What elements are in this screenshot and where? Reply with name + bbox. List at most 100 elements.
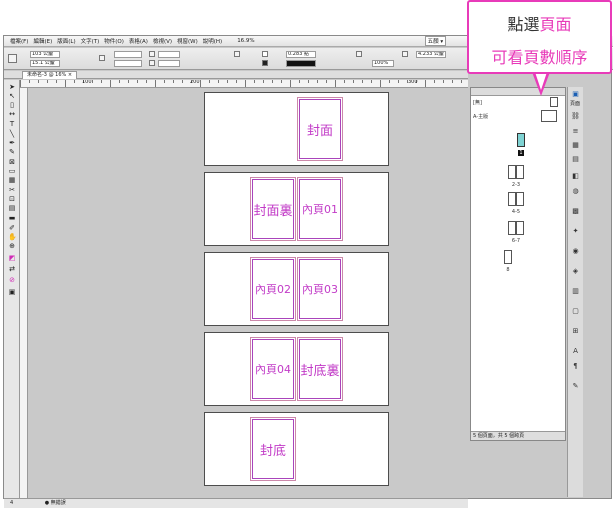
color-panel-icon[interactable]: ▦ — [571, 141, 580, 149]
eyedropper-tool-icon[interactable]: ✐ — [8, 224, 16, 232]
menu-edit[interactable]: 編輯(E) — [33, 37, 52, 45]
master-a-thumb[interactable] — [541, 110, 557, 122]
glyphs-panel-icon[interactable]: ✎ — [571, 382, 580, 390]
spread-3[interactable]: 內頁02 內頁03 — [204, 252, 389, 326]
height-field[interactable] — [114, 60, 142, 67]
reference-point-icon[interactable] — [8, 54, 17, 63]
constrain-icon[interactable] — [99, 55, 105, 61]
character-panel-icon[interactable]: A — [571, 347, 580, 355]
document-page[interactable]: 封底 — [250, 417, 296, 481]
workspace-switcher[interactable]: 五顏 ▾ — [424, 36, 447, 46]
object-styles-panel-icon[interactable]: ✦ — [571, 227, 580, 235]
page-thumbnail[interactable] — [508, 165, 516, 179]
pen-tool-icon[interactable]: ✒ — [8, 139, 16, 147]
flip-icon[interactable] — [234, 51, 240, 57]
layers-panel-icon[interactable]: ◈ — [571, 267, 580, 275]
gap-tool-icon[interactable]: ↔ — [8, 110, 16, 118]
master-a-label[interactable]: A-主版 — [473, 113, 488, 120]
pencil-tool-icon[interactable]: ✎ — [8, 148, 16, 156]
spread-5[interactable]: 封底 — [204, 412, 389, 486]
transform-panel-icon[interactable]: ⊞ — [571, 327, 580, 335]
links-panel-icon[interactable]: ⛓ — [571, 112, 580, 120]
table-tool-icon[interactable]: ▦ — [8, 176, 16, 184]
type-tool-icon[interactable]: T — [8, 120, 16, 128]
page-thumbnail[interactable] — [504, 250, 512, 264]
x-position-field[interactable]: 103 公釐 — [30, 51, 60, 58]
free-transform-tool-icon[interactable]: ⊡ — [8, 195, 16, 203]
swatches-panel-icon[interactable]: ▤ — [571, 155, 580, 163]
direct-selection-tool-icon[interactable]: ↖ — [8, 92, 16, 100]
menu-window[interactable]: 視窗(W) — [177, 37, 198, 45]
menu-file[interactable]: 檔案(F) — [10, 37, 28, 45]
stroke-weight-field[interactable]: 0.283 點 — [286, 51, 316, 58]
screen-mode-icon[interactable]: ▣ — [8, 288, 16, 296]
stroke-swatch-icon[interactable] — [262, 60, 268, 66]
menu-table[interactable]: 表格(A) — [129, 37, 148, 45]
width-field[interactable] — [114, 51, 142, 58]
apply-none-icon[interactable]: ⊘ — [8, 276, 16, 284]
swap-color-icon[interactable]: ⇄ — [8, 265, 16, 273]
gradient-panel-icon[interactable]: ◧ — [571, 172, 580, 180]
menu-view[interactable]: 檢視(V) — [153, 37, 172, 45]
pathfinder-panel-icon[interactable]: ▢ — [571, 307, 580, 315]
pages-panel-icon[interactable]: ▣ — [571, 90, 580, 98]
pasteboard[interactable]: 封面 封面裏 內頁01 內頁02 內頁03 內頁04 封底裏 封底 — [28, 88, 468, 498]
text-wrap-panel-icon[interactable]: ▩ — [571, 207, 580, 215]
document-page[interactable]: 封面 — [297, 97, 343, 161]
text-wrap-icon[interactable] — [402, 51, 408, 57]
align-panel-icon[interactable]: ▥ — [571, 287, 580, 295]
document-page[interactable]: 內頁04 — [250, 337, 296, 401]
page-tool-icon[interactable]: ▯ — [8, 101, 16, 109]
info-panel-icon[interactable]: ◉ — [571, 247, 580, 255]
pages-tab-label[interactable]: 頁面 — [570, 100, 580, 107]
menu-object[interactable]: 物件(O) — [104, 37, 124, 45]
rectangle-tool-icon[interactable]: ▭ — [8, 167, 16, 175]
spread-2[interactable]: 封面裏 內頁01 — [204, 172, 389, 246]
document-page[interactable]: 封底裏 — [297, 337, 343, 401]
page-label: 內頁03 — [302, 283, 338, 296]
page-thumbnail[interactable] — [517, 133, 525, 147]
document-page[interactable]: 封面裏 — [250, 177, 296, 241]
document-page[interactable]: 內頁02 — [250, 257, 296, 321]
hand-tool-icon[interactable]: ✋ — [8, 233, 17, 241]
gap-field[interactable]: 4.233 公釐 — [416, 51, 446, 58]
stroke-panel-icon[interactable]: ≡ — [571, 127, 580, 135]
page-thumbnail[interactable] — [516, 165, 524, 179]
document-tab[interactable]: 未命名-3 @ 16% × — [22, 71, 78, 79]
rectangle-frame-tool-icon[interactable]: ⊠ — [8, 158, 16, 166]
rotate-icon[interactable] — [149, 51, 155, 57]
shear-icon[interactable] — [149, 60, 155, 66]
scissors-tool-icon[interactable]: ✂ — [8, 186, 16, 194]
page-thumbnail[interactable] — [508, 192, 516, 206]
menu-type[interactable]: 文字(T) — [81, 37, 100, 45]
master-none-label[interactable]: [無] — [473, 99, 482, 106]
fill-stroke-icon[interactable]: ◩ — [8, 254, 16, 262]
line-tool-icon[interactable]: ╲ — [8, 130, 16, 138]
fill-swatch-icon[interactable] — [262, 51, 268, 57]
zoom-level[interactable]: 16.9% — [237, 38, 254, 44]
rotate-field[interactable] — [158, 51, 180, 58]
ruler-tick — [119, 80, 120, 83]
page-thumbnail[interactable] — [516, 192, 524, 206]
spread-4[interactable]: 內頁04 封底裏 — [204, 332, 389, 406]
page-thumbnail[interactable] — [508, 221, 516, 235]
shear-field[interactable] — [158, 60, 180, 67]
document-page[interactable]: 內頁03 — [297, 257, 343, 321]
paragraph-panel-icon[interactable]: ¶ — [571, 362, 580, 370]
opacity-field[interactable]: 100% — [372, 60, 394, 67]
y-position-field[interactable]: 15.1 公釐 — [30, 60, 60, 67]
menu-layout[interactable]: 版面(L) — [57, 37, 75, 45]
page-number-label: 1 — [518, 150, 524, 156]
page-thumbnail[interactable] — [516, 221, 524, 235]
effects-panel-icon[interactable]: ◍ — [571, 187, 580, 195]
effects-icon[interactable] — [356, 51, 362, 57]
document-page[interactable]: 內頁01 — [297, 177, 343, 241]
gradient-tool-icon[interactable]: ▤ — [8, 204, 16, 212]
note-tool-icon[interactable]: ▬ — [8, 214, 16, 222]
selection-tool-icon[interactable]: ➤ — [8, 83, 16, 91]
menu-help[interactable]: 說明(H) — [203, 37, 222, 45]
zoom-tool-icon[interactable]: ⊕ — [8, 242, 16, 250]
spread-1[interactable]: 封面 — [204, 92, 389, 166]
master-none-thumb[interactable] — [550, 97, 558, 107]
stroke-type-field[interactable] — [286, 60, 316, 67]
